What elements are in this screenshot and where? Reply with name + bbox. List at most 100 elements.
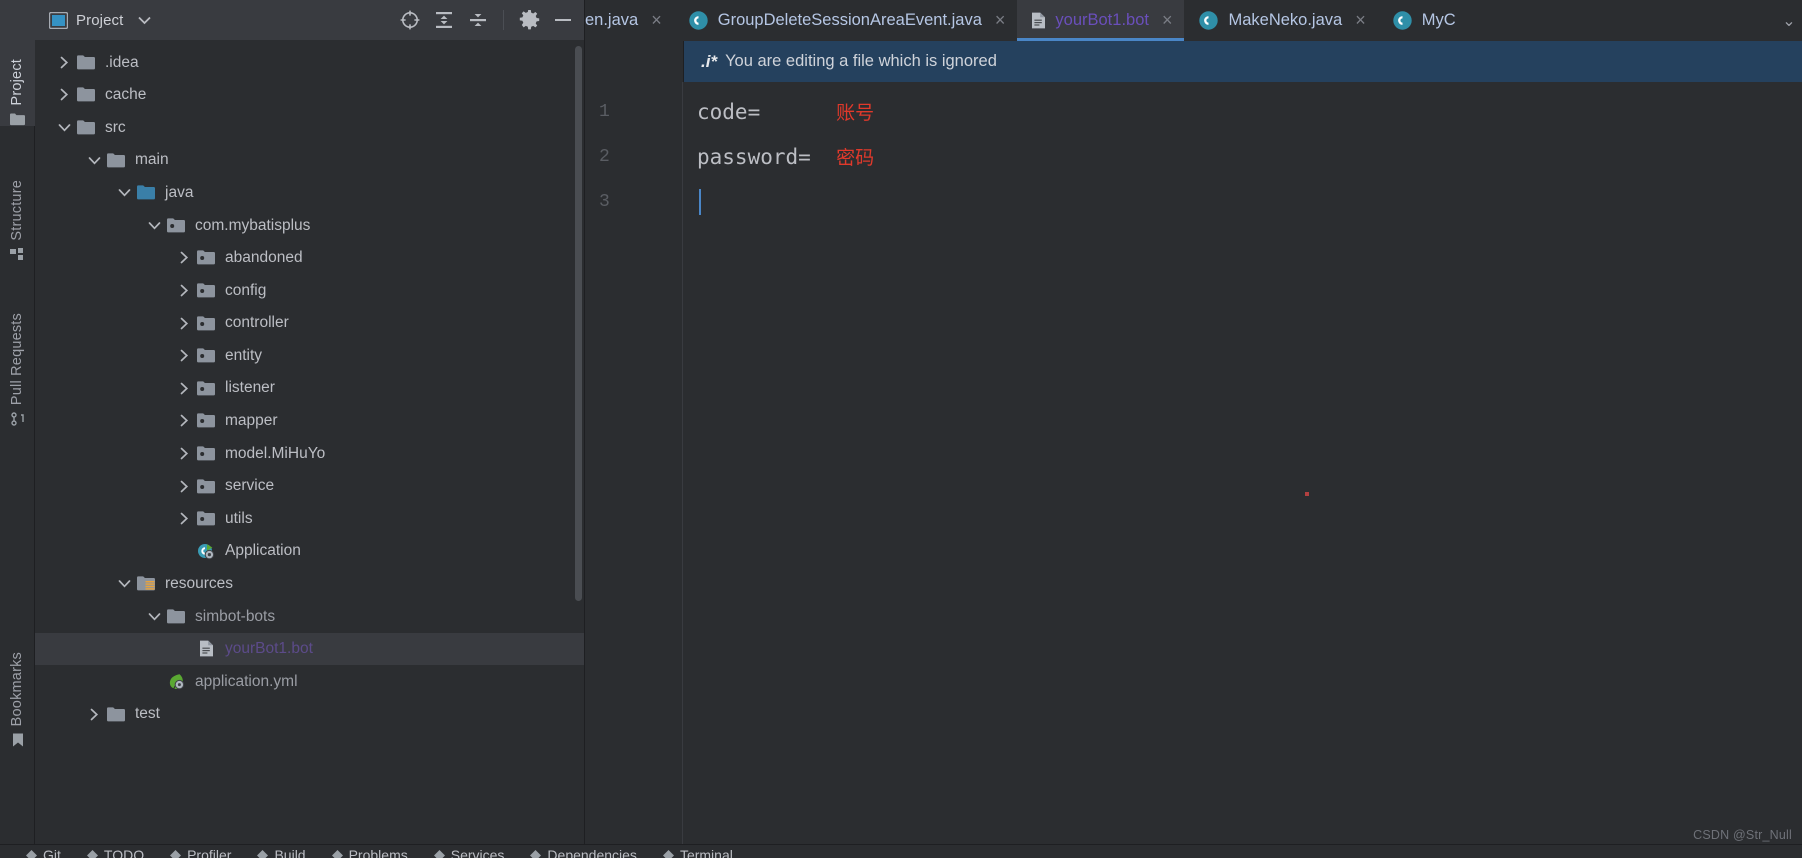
chevron-down-icon[interactable] [143,220,165,231]
tree-item-label: simbot-bots [195,607,276,625]
sidebar-item-structure[interactable]: Structure [0,126,35,261]
tree-item-label: utils [225,509,253,527]
tree-row[interactable]: java [35,176,584,209]
sidebar-item-pull-requests[interactable]: Pull Requests [0,261,35,426]
chevron-right-icon[interactable] [173,317,195,330]
status-item-label: Git [43,847,61,858]
chevron-down-icon[interactable] [113,187,135,198]
close-icon[interactable]: × [995,10,1006,31]
tree-item-label: resources [165,575,234,593]
chevron-down-icon[interactable] [143,611,165,622]
file-text-icon [195,640,217,657]
chevron-right-icon[interactable] [173,414,195,427]
file-text-icon [1031,12,1046,29]
tree-row[interactable]: service [35,470,584,503]
chevron-right-icon[interactable] [53,56,75,69]
expand-all-icon[interactable] [431,7,457,33]
status-bar-item[interactable]: Git [26,847,61,858]
tree-row[interactable]: yourBot1.bot [35,632,584,666]
tree-row[interactable]: Application [35,535,584,568]
status-bar-item[interactable]: TODO [86,847,145,858]
tree-item-label: com.mybatisplus [195,216,311,234]
code-content[interactable]: code= 账号 password= 密码 [683,82,1802,858]
tree-row[interactable]: application.yml [35,665,584,698]
tree-row[interactable]: utils [35,502,584,535]
project-tree[interactable]: .idea cache src main java com.mybatisplus aban… [35,40,584,858]
status-bar-item[interactable]: Build [257,847,306,858]
status-bar-item[interactable]: Problems [331,847,408,858]
package-icon [195,315,217,331]
tree-row[interactable]: simbot-bots [35,600,584,633]
chevron-right-icon[interactable] [173,512,195,525]
status-item-label: Dependencies [547,847,637,858]
tree-row[interactable]: model.MiHuYo [35,437,584,470]
tree-row[interactable]: com.mybatisplus [35,209,584,242]
chevron-right-icon[interactable] [173,251,195,264]
gear-icon[interactable] [516,7,542,33]
tree-item-label: mapper [225,412,278,430]
folder-icon [75,120,97,135]
chevron-right-icon[interactable] [173,480,195,493]
editor-body[interactable]: 123 code= 账号 password= 密码 [585,82,1802,858]
status-item-icon [170,849,182,858]
close-icon[interactable]: × [1355,10,1366,31]
hide-icon[interactable] [550,7,576,33]
sidebar-item-bookmarks[interactable]: Bookmarks [0,598,35,748]
package-icon [195,478,217,494]
status-item-icon [662,849,674,858]
tree-row[interactable]: entity [35,339,584,372]
close-icon[interactable]: × [1162,10,1173,31]
editor-tab[interactable]: GroupDeleteSessionAreaEvent.java × [674,0,1018,41]
tree-row[interactable]: controller [35,307,584,340]
status-bar-item[interactable]: Services [433,847,504,858]
chevron-right-icon[interactable] [53,88,75,101]
tree-item-label: entity [225,346,263,364]
editor-tab[interactable]: MakeNeko.java × [1184,0,1377,41]
package-icon [195,283,217,298]
tree-row[interactable]: listener [35,372,584,405]
line-number-gutter: 1 2 3 [585,82,683,858]
tree-row[interactable]: resources [35,568,584,601]
chevron-right-icon[interactable] [83,708,105,721]
status-bar-item[interactable]: Terminal [662,847,733,858]
source-root-icon [135,185,157,200]
tree-row[interactable]: config [35,274,584,307]
chevron-down-icon[interactable] [53,122,75,133]
chevron-right-icon[interactable] [173,382,195,395]
project-tree-scrollbar[interactable] [575,46,582,601]
sidebar-item-project[interactable]: Project [0,0,35,126]
collapse-all-icon[interactable] [465,7,491,33]
chevron-down-icon[interactable] [83,155,105,166]
sidebar-item-label: Bookmarks [9,651,26,726]
status-bar-item[interactable]: Dependencies [530,847,637,858]
chevron-down-icon[interactable] [131,7,157,33]
editor-tab[interactable]: en.java × [585,0,674,41]
editor-tab[interactable]: yourBot1.bot × [1017,0,1185,41]
chevron-down-icon[interactable] [113,578,135,589]
tree-row[interactable]: cache [35,79,584,112]
tree-row[interactable]: mapper [35,405,584,438]
editor-tab-bar: en.java × GroupDeleteSessionAreaEvent.java… [585,0,1802,41]
package-icon [195,446,217,461]
editor-tab[interactable]: MyC [1378,0,1468,41]
tree-row[interactable]: .idea [35,46,584,79]
sidebar-item-label: Pull Requests [9,312,26,405]
line-number: 3 [599,191,610,212]
tree-row[interactable]: abandoned [35,242,584,275]
close-icon[interactable]: × [651,10,662,31]
chevron-down-icon[interactable]: ⌄ [1776,0,1802,41]
chevron-right-icon[interactable] [173,284,195,297]
tree-item-label: cache [105,86,147,104]
status-bar-item[interactable]: Profiler [170,847,231,858]
info-icon: .i* [701,51,718,71]
tree-row[interactable]: src [35,111,584,144]
chevron-right-icon[interactable] [173,349,195,362]
select-opened-file-icon[interactable] [397,7,423,33]
tree-item-label: .idea [105,53,139,71]
resource-root-icon [135,576,157,591]
status-item-label: TODO [103,847,145,858]
tree-row[interactable]: main [35,144,584,177]
tree-item-label: java [165,183,194,201]
tree-row[interactable]: test [35,698,584,731]
chevron-right-icon[interactable] [173,447,195,460]
